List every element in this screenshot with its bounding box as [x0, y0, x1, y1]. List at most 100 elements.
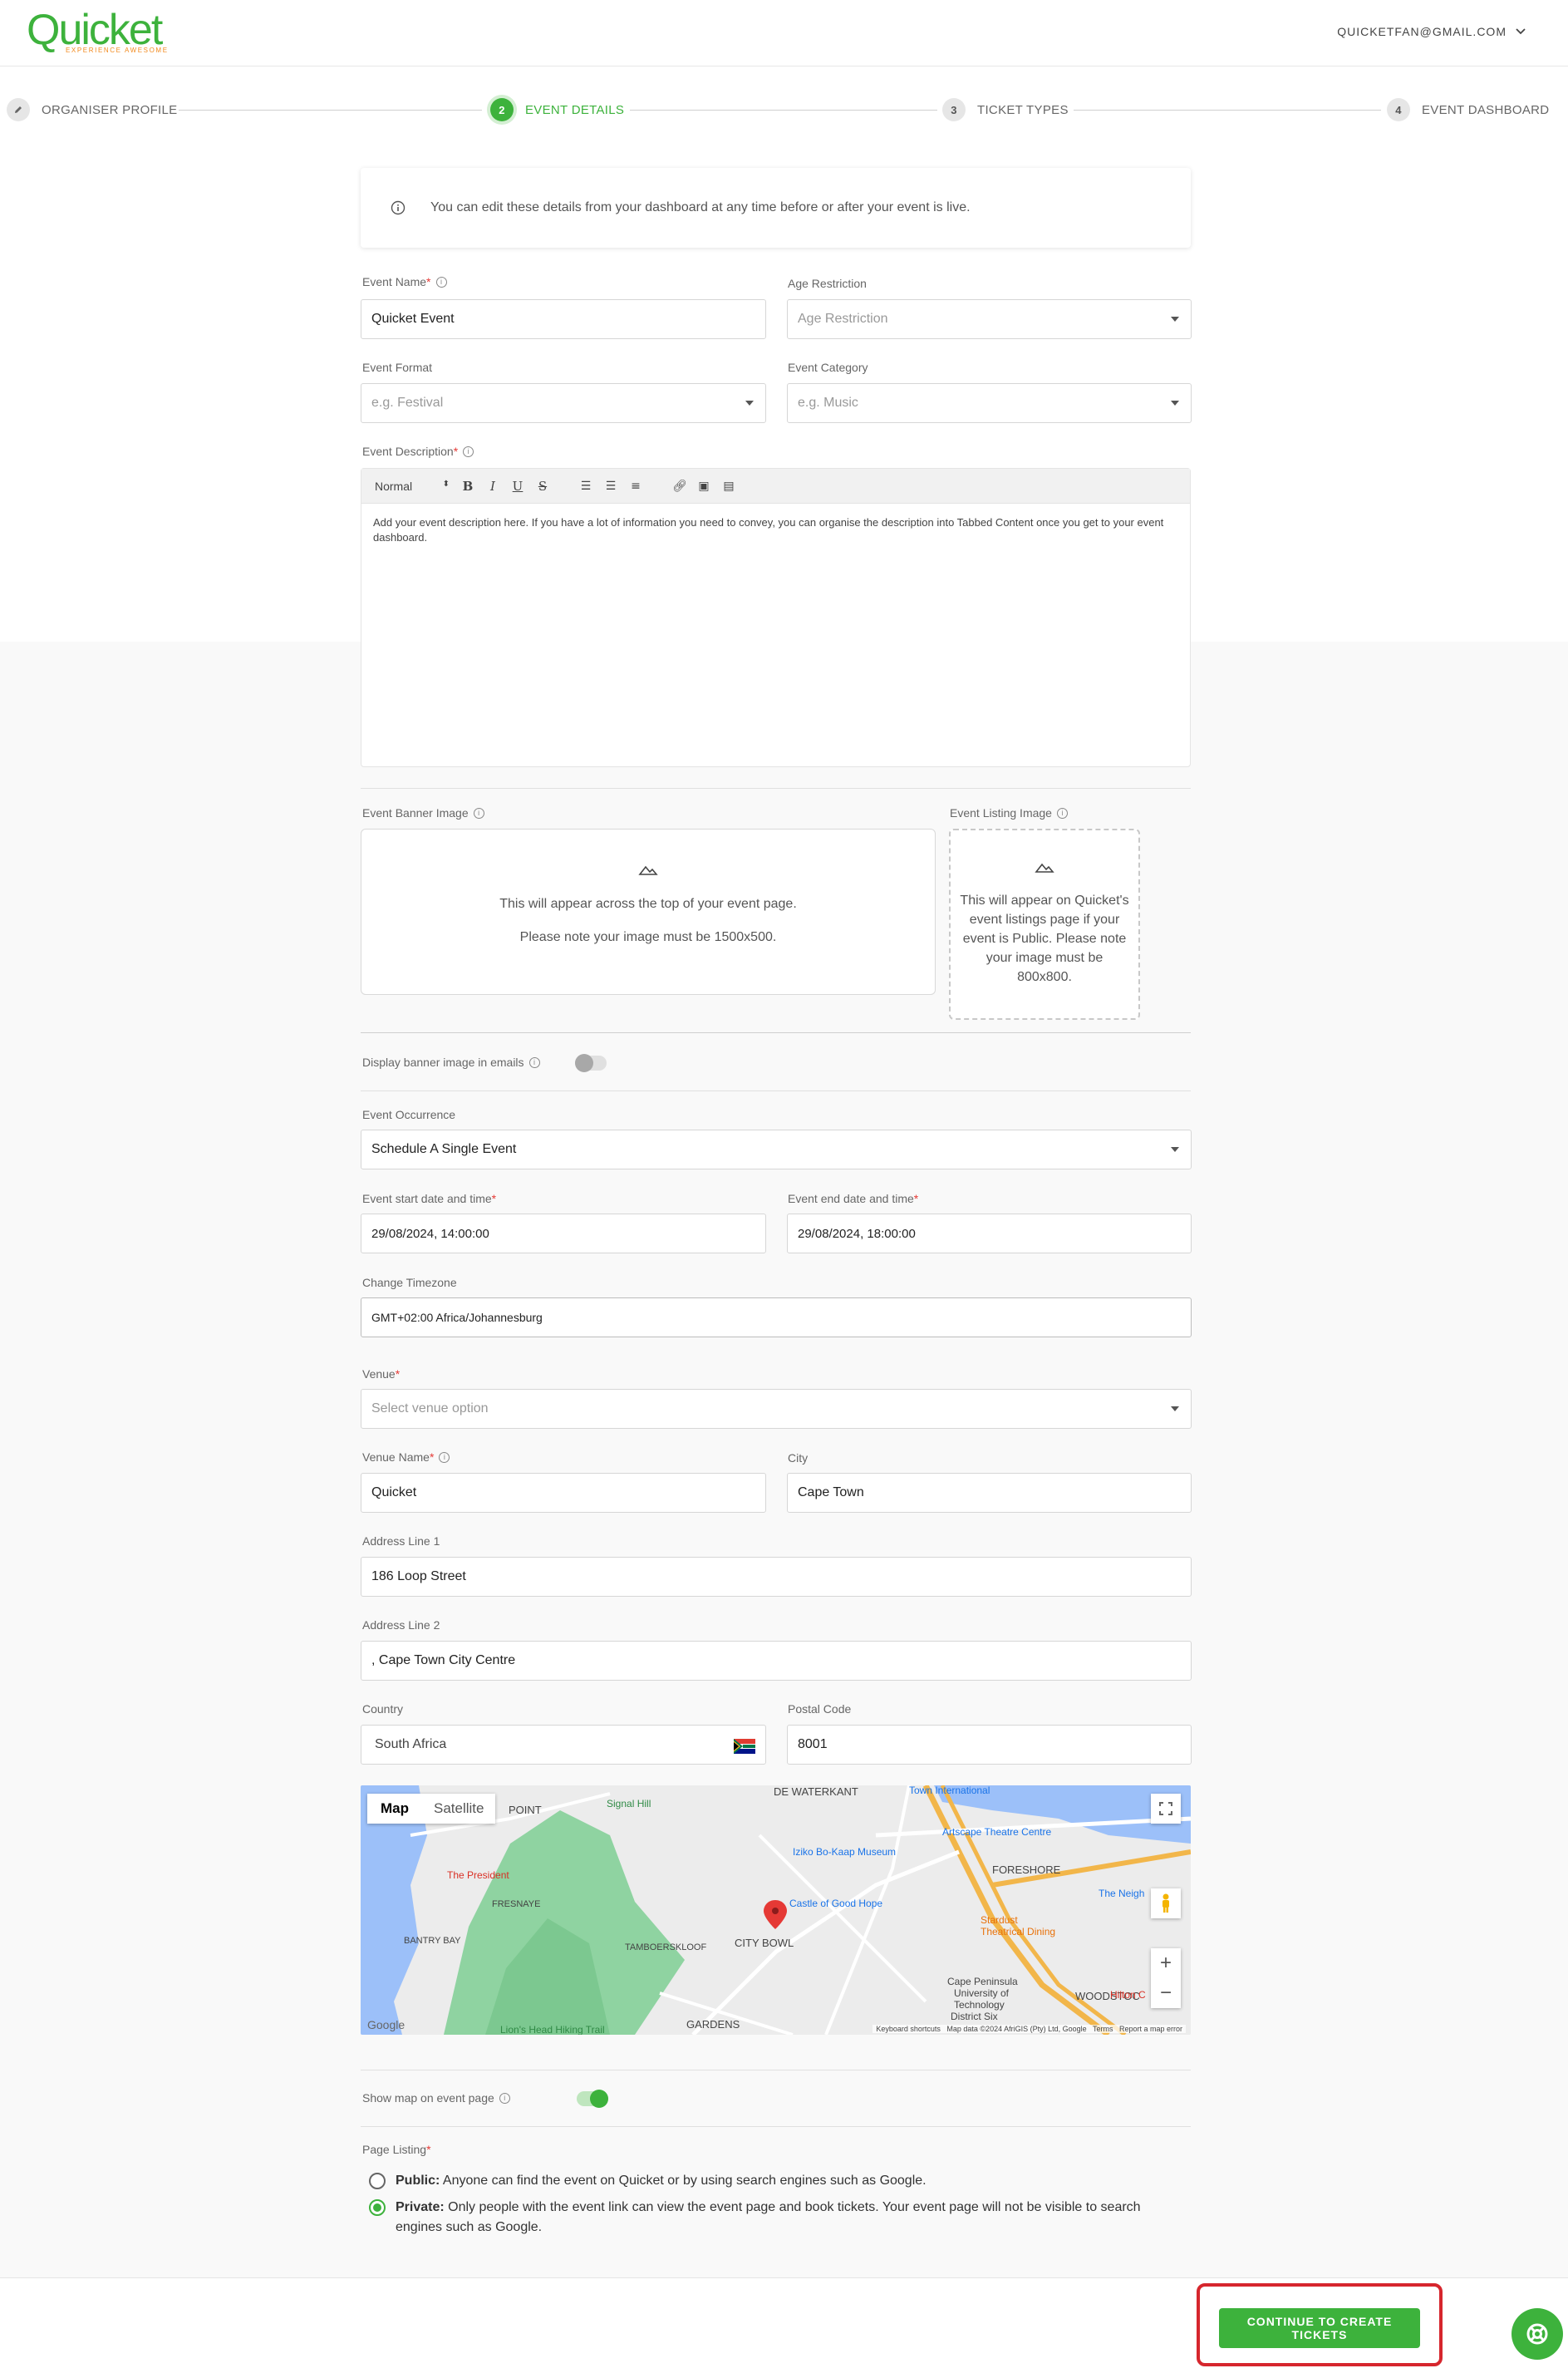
format-style-select[interactable]: Normal ⬍: [375, 480, 450, 493]
svg-text:District Six: District Six: [951, 2011, 998, 2022]
fullscreen-icon[interactable]: [1151, 1794, 1181, 1824]
venue-name-input[interactable]: Quicket: [361, 1473, 766, 1513]
end-date-label: Event end date and time *: [788, 1192, 919, 1205]
caret-down-icon: [1171, 1147, 1179, 1152]
display-banner-toggle[interactable]: [575, 1054, 607, 1072]
info-banner-text: You can edit these details from your das…: [430, 200, 971, 214]
image-icon[interactable]: ▣: [697, 480, 710, 493]
event-name-label: Event Name * i: [362, 275, 447, 288]
satellite-tab[interactable]: Satellite: [422, 1794, 495, 1824]
page-listing-label: Page Listing *: [362, 2143, 431, 2156]
account-menu[interactable]: QUICKETFAN@GMAIL.COM: [1337, 25, 1526, 38]
step-event-dashboard[interactable]: 4 EVENT DASHBOARD: [1387, 98, 1549, 121]
info-icon: i: [439, 1451, 450, 1463]
public-radio[interactable]: [369, 2173, 386, 2189]
venue-map[interactable]: POINT Signal Hill DE WATERKANT Town Inte…: [361, 1785, 1191, 2035]
start-date-input[interactable]: 29/08/2024, 14:00:00: [361, 1214, 766, 1253]
end-date-input[interactable]: 29/08/2024, 18:00:00: [787, 1214, 1192, 1253]
svg-text:Artscape Theatre Centre: Artscape Theatre Centre: [942, 1826, 1052, 1838]
step-ticket-types[interactable]: 3 TICKET TYPES: [942, 98, 1069, 121]
venue-name-label: Venue Name * i: [362, 1450, 450, 1464]
listing-image-upload[interactable]: This will appear on Quicket's event list…: [949, 829, 1140, 1020]
banner-image-label: Event Banner Image i: [362, 806, 484, 820]
postal-code-input[interactable]: 8001: [787, 1725, 1192, 1765]
underline-icon[interactable]: U: [511, 479, 524, 494]
info-banner: You can edit these details from your das…: [361, 168, 1191, 248]
venue-label: Venue *: [362, 1367, 401, 1381]
venue-select[interactable]: Select venue option: [361, 1389, 1192, 1429]
country-select[interactable]: South Africa: [361, 1725, 766, 1765]
quicket-logo[interactable]: Quicket EXPERIENCE AWESOME: [27, 5, 167, 55]
banner-image-line2: Please note your image must be 1500x500.: [519, 930, 777, 944]
link-icon[interactable]: 🔗︎: [672, 480, 687, 493]
show-map-toggle[interactable]: [577, 2090, 608, 2108]
event-name-input[interactable]: Quicket Event: [361, 299, 766, 339]
address2-input[interactable]: , Cape Town City Centre: [361, 1641, 1192, 1681]
map-attribution: Keyboard shortcuts Map data ©2024 AfriGI…: [872, 2025, 1186, 2033]
description-text: Add your event description here. If you …: [373, 516, 1164, 544]
step-label: EVENT DASHBOARD: [1422, 102, 1550, 117]
svg-text:BANTRY BAY: BANTRY BAY: [404, 1936, 461, 1946]
chevron-down-icon: [1516, 28, 1526, 35]
bold-icon[interactable]: B: [461, 479, 474, 494]
help-lifebuoy-icon[interactable]: [1511, 2308, 1563, 2360]
svg-text:The President: The President: [447, 1869, 509, 1881]
image-placeholder-icon: [1035, 863, 1054, 873]
caret-down-icon: [1171, 1406, 1179, 1411]
street-view-pegman-icon[interactable]: [1151, 1888, 1181, 1918]
svg-text:TAMBOERSKLOOF: TAMBOERSKLOOF: [625, 1942, 706, 1952]
bullet-list-icon[interactable]: ☰: [604, 480, 617, 493]
section-divider: [361, 1032, 1191, 1033]
start-date-label: Event start date and time *: [362, 1192, 497, 1205]
timezone-label: Change Timezone: [362, 1276, 457, 1289]
city-input[interactable]: Cape Town: [787, 1473, 1192, 1513]
private-radio[interactable]: [369, 2199, 386, 2216]
event-format-select[interactable]: e.g. Festival: [361, 383, 766, 423]
continue-button[interactable]: CONTINUE TO CREATE TICKETS: [1219, 2308, 1420, 2348]
display-banner-label: Display banner image in emails i: [362, 1056, 540, 1069]
svg-text:Stardust: Stardust: [981, 1914, 1018, 1926]
svg-text:Castle of Good Hope: Castle of Good Hope: [789, 1898, 882, 1909]
private-description: Private: Only people with the event link…: [396, 2200, 1141, 2234]
event-category-select[interactable]: e.g. Music: [787, 383, 1192, 423]
svg-text:DE WATERKANT: DE WATERKANT: [774, 1785, 858, 1798]
italic-icon[interactable]: I: [486, 479, 499, 494]
zoom-out-button[interactable]: −: [1151, 1978, 1181, 2008]
occurrence-label: Event Occurrence: [362, 1108, 456, 1121]
step-organiser-profile[interactable]: ORGANISER PROFILE: [7, 98, 177, 121]
step-connector: [1074, 110, 1381, 111]
step-connector: [179, 110, 482, 111]
event-format-label: Event Format: [362, 361, 433, 374]
info-icon: i: [499, 2092, 510, 2104]
toggle-knob: [575, 1054, 593, 1072]
banner-image-upload[interactable]: This will appear across the top of your …: [361, 829, 936, 995]
svg-text:GARDENS: GARDENS: [686, 2018, 740, 2031]
description-editor[interactable]: Normal ⬍ B I U S ☰ ☰ ≡ 🔗︎ ▣ ▤ Add your ev…: [361, 468, 1191, 767]
step-connector: [630, 110, 937, 111]
occurrence-select[interactable]: Schedule A Single Event: [361, 1130, 1192, 1169]
toggle-knob: [590, 2090, 608, 2108]
step-label: TICKET TYPES: [977, 102, 1069, 117]
info-icon: i: [435, 276, 447, 288]
zoom-in-button[interactable]: +: [1151, 1948, 1181, 1978]
map-type-control: Map Satellite: [367, 1794, 496, 1824]
align-icon[interactable]: ≡: [629, 480, 642, 493]
ordered-list-icon[interactable]: ☰: [579, 480, 592, 493]
age-restriction-select[interactable]: Age Restriction: [787, 299, 1192, 339]
listing-option-public[interactable]: Public: Anyone can find the event on Qui…: [369, 2171, 1183, 2191]
svg-text:Town International: Town International: [909, 1785, 990, 1796]
svg-text:Hilton C: Hilton C: [1110, 1989, 1146, 2001]
postal-code-label: Postal Code: [788, 1702, 852, 1716]
svg-text:Cape Peninsula: Cape Peninsula: [947, 1976, 1018, 1987]
caret-down-icon: [1171, 317, 1179, 322]
strikethrough-icon[interactable]: S: [536, 479, 549, 494]
step-event-details[interactable]: 2 EVENT DETAILS: [490, 98, 624, 121]
address1-input[interactable]: 186 Loop Street: [361, 1557, 1192, 1597]
image-placeholder-icon: [638, 865, 658, 875]
event-category-label: Event Category: [788, 361, 868, 374]
map-tab[interactable]: Map: [367, 1794, 422, 1824]
timezone-input[interactable]: GMT+02:00 Africa/Johannesburg: [361, 1297, 1192, 1337]
listing-option-private[interactable]: Private: Only people with the event link…: [369, 2198, 1183, 2238]
svg-text:University of: University of: [954, 1987, 1010, 1999]
video-icon[interactable]: ▤: [722, 480, 735, 493]
